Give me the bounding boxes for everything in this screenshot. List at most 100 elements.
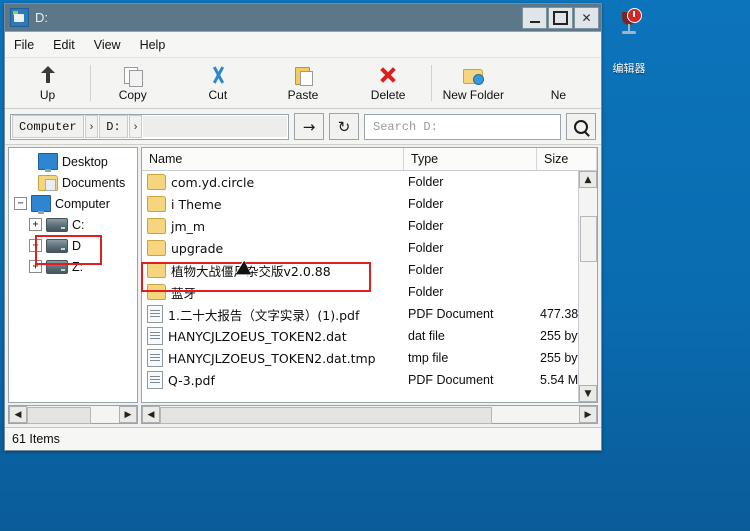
chevron-right-icon[interactable]: › bbox=[84, 115, 99, 138]
scroll-left-arrow-icon[interactable]: ◀ bbox=[9, 406, 27, 423]
vertical-scrollbar[interactable]: ▲ ▼ bbox=[578, 171, 597, 402]
tree-item-label: Computer bbox=[55, 196, 110, 211]
bottom-scroll-area: ◀ ▶ ◀ ▶ bbox=[5, 403, 601, 427]
menu-help[interactable]: Help bbox=[140, 38, 166, 52]
scroll-right-arrow-icon[interactable]: ▶ bbox=[119, 406, 137, 423]
table-row[interactable]: 1.二十大报告（文字实录）(1).pdf PDF Document 477.38… bbox=[142, 303, 578, 325]
expand-toggle-icon[interactable]: + bbox=[29, 218, 42, 231]
file-explorer-window: D: ✕ File Edit View Help Up Copy Cut Pas… bbox=[4, 3, 602, 451]
minimize-button[interactable] bbox=[522, 6, 547, 29]
tree-item-documents[interactable]: Documents bbox=[9, 172, 137, 193]
tree-item-label: Z: bbox=[72, 259, 84, 274]
magnifier-icon bbox=[574, 119, 588, 134]
table-row[interactable]: upgrade Folder bbox=[142, 237, 578, 259]
tree-item-desktop[interactable]: Desktop bbox=[9, 151, 137, 172]
app-shortcut-icon bbox=[616, 8, 642, 38]
copy-button[interactable]: Copy bbox=[90, 58, 175, 108]
paste-button[interactable]: Paste bbox=[260, 58, 345, 108]
column-header-type[interactable]: Type bbox=[404, 148, 537, 170]
maximize-button[interactable] bbox=[548, 6, 573, 29]
paste-button-label: Paste bbox=[287, 88, 319, 102]
file-type: dat file bbox=[408, 329, 445, 343]
chevron-right-icon-2[interactable]: › bbox=[128, 115, 143, 138]
table-row[interactable]: jm_m Folder bbox=[142, 215, 578, 237]
up-button[interactable]: Up bbox=[5, 58, 90, 108]
file-type: Folder bbox=[408, 197, 444, 211]
breadcrumb[interactable]: Computer › D: › bbox=[10, 113, 289, 140]
status-bar: 61 Items bbox=[5, 427, 601, 450]
new-folder-icon bbox=[461, 64, 485, 86]
folder-icon bbox=[147, 174, 166, 190]
file-type: Folder bbox=[408, 219, 444, 233]
cut-button[interactable]: Cut bbox=[175, 58, 260, 108]
monitor-icon bbox=[31, 195, 51, 214]
file-name: upgrade bbox=[171, 240, 224, 256]
scissors-icon bbox=[206, 64, 230, 86]
go-button[interactable]: → bbox=[294, 113, 324, 140]
refresh-button[interactable]: ↻ bbox=[329, 113, 359, 140]
table-row[interactable]: HANYCJLZOEUS_TOKEN2.dat dat file 255 byt… bbox=[142, 325, 578, 347]
scroll-right-arrow-icon[interactable]: ▶ bbox=[579, 406, 597, 423]
close-button[interactable]: ✕ bbox=[574, 6, 599, 29]
table-row[interactable]: com.yd.circle Folder bbox=[142, 171, 578, 193]
file-type: PDF Document bbox=[408, 373, 494, 387]
up-arrow-icon bbox=[36, 64, 60, 86]
desktop-shortcut[interactable]: 编辑器 bbox=[598, 8, 660, 75]
scroll-up-arrow-icon[interactable]: ▲ bbox=[579, 171, 597, 188]
breadcrumb-empty-area[interactable] bbox=[143, 116, 287, 137]
menu-edit[interactable]: Edit bbox=[53, 38, 75, 52]
expand-toggle-icon[interactable]: + bbox=[29, 260, 42, 273]
window-titlebar[interactable]: D: ✕ bbox=[5, 4, 601, 32]
tree-item-drive-d[interactable]: + D bbox=[9, 235, 137, 256]
window-body: Desktop Documents − Computer + C: + D + … bbox=[5, 145, 601, 403]
collapse-toggle-icon[interactable]: − bbox=[14, 197, 27, 210]
copy-button-label: Copy bbox=[118, 88, 147, 102]
file-list-rows: com.yd.circle Folder i Theme Folder jm_m… bbox=[142, 171, 578, 402]
tree-item-drive-z[interactable]: + Z: bbox=[9, 256, 137, 277]
address-bar: Computer › D: › → ↻ bbox=[5, 109, 601, 145]
file-size: 255 byt.. bbox=[540, 351, 578, 365]
delete-button-label: Delete bbox=[370, 88, 406, 102]
table-row[interactable]: i Theme Folder bbox=[142, 193, 578, 215]
scroll-left-arrow-icon[interactable]: ◀ bbox=[142, 406, 160, 423]
search-box[interactable] bbox=[364, 113, 561, 140]
file-icon bbox=[147, 371, 163, 389]
folder-icon bbox=[147, 196, 166, 212]
file-list-pane: Name Type Size com.yd.circle Folder i Th… bbox=[141, 147, 598, 403]
table-row[interactable]: 蓝牙 Folder bbox=[142, 281, 578, 303]
file-icon bbox=[147, 327, 163, 345]
tree-item-label: Documents bbox=[62, 175, 126, 190]
window-title: D: bbox=[35, 10, 48, 25]
folder-drive-icon bbox=[10, 8, 29, 27]
file-type: Folder bbox=[408, 285, 444, 299]
file-icon bbox=[147, 305, 163, 323]
menu-bar: File Edit View Help bbox=[5, 32, 601, 58]
copy-icon bbox=[121, 64, 145, 87]
new-folder-button[interactable]: New Folder bbox=[430, 58, 516, 108]
menu-file[interactable]: File bbox=[14, 38, 34, 52]
table-row[interactable]: Q-3.pdf PDF Document 5.54 MB bbox=[142, 369, 578, 391]
scroll-thumb[interactable] bbox=[579, 216, 597, 262]
table-row[interactable]: HANYCJLZOEUS_TOKEN2.dat.tmp tmp file 255… bbox=[142, 347, 578, 369]
toolbar: Up Copy Cut Paste Delete New Folder Ne bbox=[5, 58, 601, 109]
drive-icon bbox=[46, 238, 68, 253]
breadcrumb-computer[interactable]: Computer bbox=[12, 115, 84, 138]
scroll-down-arrow-icon[interactable]: ▼ bbox=[579, 385, 597, 402]
tree-item-drive-c[interactable]: + C: bbox=[9, 214, 137, 235]
tree-item-computer[interactable]: − Computer bbox=[9, 193, 137, 214]
new-file-button[interactable]: Ne bbox=[516, 58, 601, 108]
expand-toggle-icon[interactable]: + bbox=[29, 239, 42, 252]
search-input[interactable] bbox=[371, 118, 554, 135]
menu-view[interactable]: View bbox=[94, 38, 121, 52]
tree-horizontal-scrollbar[interactable]: ◀ ▶ bbox=[8, 405, 138, 424]
search-button[interactable] bbox=[566, 113, 596, 140]
column-header-name[interactable]: Name bbox=[142, 148, 404, 170]
breadcrumb-drive-d[interactable]: D: bbox=[99, 115, 128, 138]
file-name: HANYCJLZOEUS_TOKEN2.dat.tmp bbox=[168, 350, 376, 366]
column-header-size[interactable]: Size bbox=[537, 148, 597, 170]
file-size: 255 byt.. bbox=[540, 329, 578, 343]
list-horizontal-scrollbar[interactable]: ◀ ▶ bbox=[141, 405, 598, 424]
delete-button[interactable]: Delete bbox=[346, 58, 431, 108]
new-file-button-label: Ne bbox=[550, 88, 567, 102]
table-row-highlighted[interactable]: 植物大战僵尸杂交版v2.0.88 Folder bbox=[142, 259, 578, 281]
